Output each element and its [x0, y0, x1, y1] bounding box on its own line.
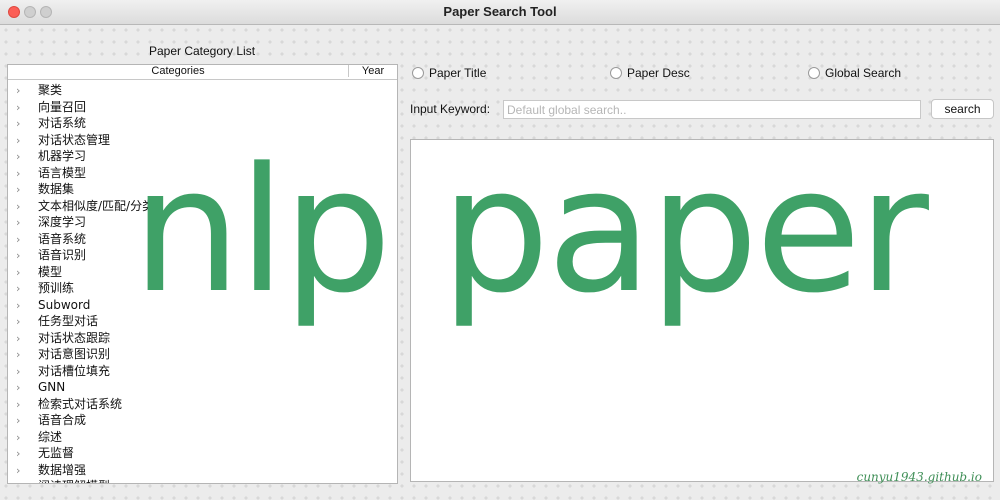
radio-circle-icon[interactable]: [808, 67, 820, 79]
chevron-right-icon[interactable]: ›: [16, 232, 30, 249]
category-label: 语音合成: [38, 413, 87, 427]
radio-circle-icon[interactable]: [412, 67, 424, 79]
results-panel[interactable]: [410, 139, 994, 482]
category-label: 数据增强: [38, 462, 87, 477]
category-item[interactable]: › 对话意图识别: [8, 346, 397, 363]
category-label: 对话槽位填充: [38, 363, 111, 378]
category-label: 数据集: [38, 182, 75, 196]
category-label: 综述: [38, 429, 63, 444]
category-list: › 聚类 › 向量召回 › 对话系统 › 对话状态管理 › 机器学习 › 语言模型 › 数据集 › 文本相似度…: [8, 80, 397, 483]
radio-global-search[interactable]: Global Search: [808, 66, 901, 80]
chevron-right-icon[interactable]: ›: [16, 413, 30, 430]
category-item[interactable]: › 语音合成: [8, 412, 397, 429]
category-item[interactable]: › 语音识别: [8, 247, 397, 264]
chevron-right-icon[interactable]: ›: [16, 182, 30, 199]
chevron-right-icon[interactable]: ›: [16, 265, 30, 282]
category-item[interactable]: › 机器学习: [8, 148, 397, 165]
category-item[interactable]: › 无监督: [8, 445, 397, 462]
column-header-categories[interactable]: Categories: [8, 65, 348, 77]
chevron-right-icon[interactable]: ›: [16, 380, 30, 397]
chevron-right-icon[interactable]: ›: [16, 149, 30, 166]
category-item[interactable]: › 语音系统: [8, 231, 397, 248]
category-label: 预训练: [38, 281, 75, 295]
category-item[interactable]: › 数据集: [8, 181, 397, 198]
chevron-right-icon[interactable]: ›: [16, 298, 30, 315]
category-item[interactable]: › 语言模型: [8, 165, 397, 182]
category-label: 向量召回: [38, 99, 87, 114]
category-item[interactable]: › 对话槽位填充: [8, 363, 397, 380]
category-label: GNN: [38, 380, 66, 394]
category-item[interactable]: › 任务型对话: [8, 313, 397, 330]
site-watermark: cunyu1943.github.io: [856, 470, 982, 484]
keyword-label: Input Keyword:: [410, 102, 491, 116]
category-item[interactable]: › 聚类: [8, 82, 397, 99]
category-item[interactable]: › 深度学习: [8, 214, 397, 231]
chevron-right-icon[interactable]: ›: [16, 446, 30, 463]
radio-paper-desc[interactable]: Paper Desc: [610, 66, 690, 80]
category-panel-heading: Paper Category List: [148, 44, 256, 58]
chevron-right-icon[interactable]: ›: [16, 248, 30, 265]
category-label: 对话状态管理: [38, 132, 111, 147]
category-item[interactable]: › 综述: [8, 429, 397, 446]
chevron-right-icon[interactable]: ›: [16, 364, 30, 381]
category-label: 语音识别: [38, 248, 87, 262]
radio-label: Paper Desc: [627, 66, 690, 80]
category-item[interactable]: › 数据增强: [8, 462, 397, 479]
category-label: 深度学习: [38, 215, 87, 229]
chevron-right-icon[interactable]: ›: [16, 199, 30, 216]
chevron-right-icon[interactable]: ›: [16, 116, 30, 133]
category-item[interactable]: › 对话状态跟踪: [8, 330, 397, 347]
category-label: 阅读理解模型: [38, 479, 110, 483]
category-tree[interactable]: Categories Year › 聚类 › 向量召回 › 对话系统 › 对话状态管理 › 机器学…: [7, 64, 398, 484]
window-titlebar: Paper Search Tool: [0, 0, 1000, 25]
keyword-input[interactable]: [503, 100, 921, 119]
chevron-right-icon[interactable]: ›: [16, 347, 30, 364]
category-label: 机器学习: [38, 149, 87, 163]
chevron-right-icon[interactable]: ›: [16, 397, 30, 414]
category-label: 无监督: [38, 446, 75, 460]
category-label: 对话系统: [38, 116, 87, 130]
window-bottom-strip: [0, 486, 1000, 500]
chevron-right-icon[interactable]: ›: [16, 83, 30, 100]
chevron-right-icon[interactable]: ›: [16, 166, 30, 183]
category-item[interactable]: › GNN: [8, 379, 397, 396]
chevron-right-icon[interactable]: ›: [16, 133, 30, 150]
category-item[interactable]: › 文本相似度/匹配/分类: [8, 198, 397, 215]
search-button[interactable]: search: [931, 99, 994, 119]
category-label: 检索式对话系统: [38, 396, 123, 411]
category-item[interactable]: › Subword: [8, 297, 397, 314]
chevron-right-icon[interactable]: ›: [16, 430, 30, 447]
category-label: Subword: [38, 297, 91, 312]
category-item[interactable]: › 对话系统: [8, 115, 397, 132]
category-label: 文本相似度/匹配/分类: [38, 198, 155, 213]
category-item[interactable]: › 检索式对话系统: [8, 396, 397, 413]
category-label: 任务型对话: [38, 314, 99, 328]
chevron-right-icon[interactable]: ›: [16, 463, 30, 480]
category-label: 对话意图识别: [38, 347, 111, 361]
chevron-right-icon[interactable]: ›: [16, 281, 30, 298]
category-item[interactable]: › 预训练: [8, 280, 397, 297]
category-label: 模型: [38, 264, 63, 279]
radio-circle-icon[interactable]: [610, 67, 622, 79]
category-item[interactable]: › 模型: [8, 264, 397, 281]
chevron-right-icon[interactable]: ›: [16, 314, 30, 331]
category-label: 对话状态跟踪: [38, 330, 111, 345]
category-label: 语音系统: [38, 231, 87, 246]
chevron-right-icon[interactable]: ›: [16, 215, 30, 232]
column-header-year[interactable]: Year: [348, 65, 397, 77]
category-item[interactable]: › 对话状态管理: [8, 132, 397, 149]
chevron-right-icon[interactable]: ›: [16, 479, 30, 483]
radio-label: Paper Title: [429, 66, 487, 80]
window-title: Paper Search Tool: [443, 4, 557, 19]
category-label: 语言模型: [38, 165, 87, 180]
chevron-right-icon[interactable]: ›: [16, 331, 30, 348]
tree-header: Categories Year: [8, 65, 397, 80]
category-item[interactable]: › 阅读理解模型: [8, 478, 397, 483]
chevron-right-icon[interactable]: ›: [16, 100, 30, 117]
category-label: 聚类: [38, 83, 63, 97]
radio-label: Global Search: [825, 66, 902, 80]
radio-paper-title[interactable]: Paper Title: [412, 66, 486, 80]
category-item[interactable]: › 向量召回: [8, 99, 397, 116]
